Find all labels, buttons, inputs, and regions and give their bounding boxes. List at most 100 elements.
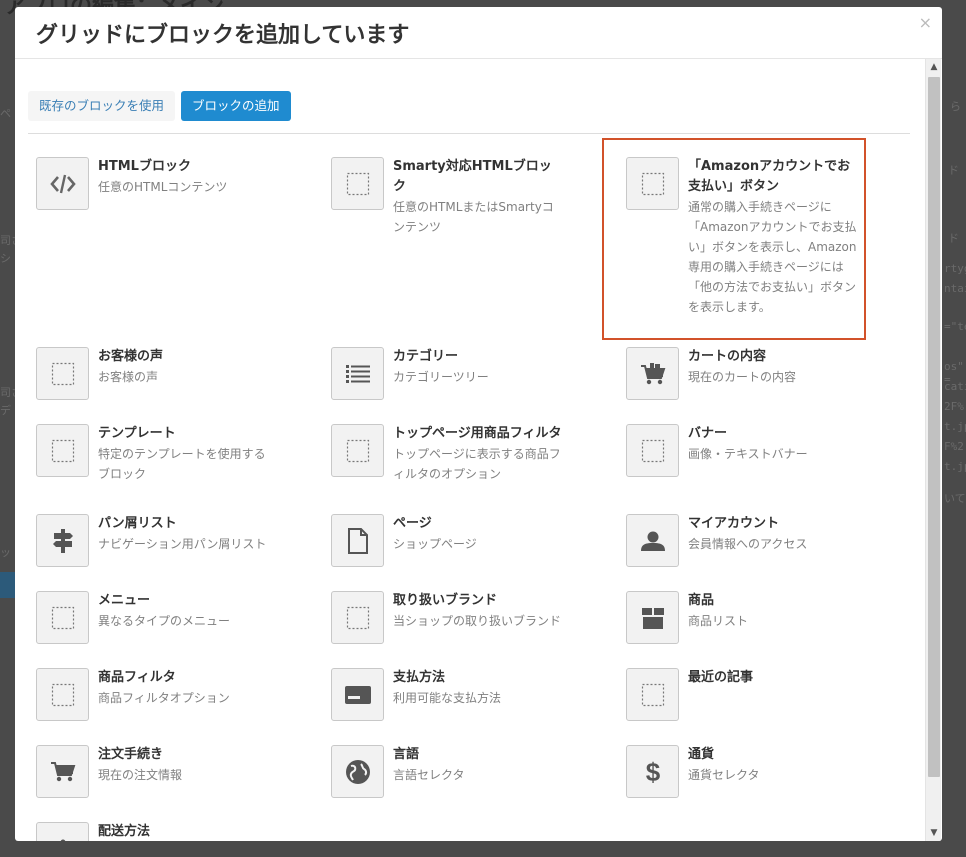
list-icon: [331, 347, 384, 400]
credit-card-icon: [331, 668, 384, 721]
background-fragment: ntain: [944, 282, 966, 295]
scrollbar[interactable]: ▲ ▼: [925, 59, 941, 841]
background-fragment: ド: [948, 232, 959, 245]
block-description: 任意のHTMLまたはSmartyコンテンツ: [393, 200, 554, 234]
background-fragment: シ: [0, 252, 11, 265]
block-name: HTMLブロック: [98, 159, 191, 174]
block-description: 商品リスト: [688, 614, 749, 628]
block-name: お客様の声: [98, 349, 164, 364]
block-description: 通常の購入手続きページに「Amazonアカウントでお支払い」ボタンを表示し、Am…: [688, 200, 857, 314]
add-block-modal: グリッドにブロックを追加しています × 既存のブロックを使用 ブロックの追加 H…: [15, 7, 942, 841]
code-icon: [36, 157, 89, 210]
background-fragment: F%2: [944, 440, 964, 453]
block-name: テンプレート: [98, 426, 176, 441]
dotted-square-icon: [36, 668, 89, 721]
scrollbar-thumb[interactable]: [928, 77, 940, 777]
block-text: 最近の記事: [688, 668, 858, 688]
box-icon: [626, 591, 679, 644]
svg-text:$: $: [645, 758, 660, 786]
block-text: 支払方法利用可能な支払方法: [393, 668, 563, 708]
background-fragment: t.jp%: [944, 460, 966, 473]
user-icon: [626, 514, 679, 567]
block-grid: HTMLブロック任意のHTMLコンテンツ Smarty対応HTMLブロック 任意のH…: [15, 134, 927, 841]
block-text: 取り扱いブランド 当ショップの取り扱いブランド: [393, 591, 563, 631]
block-description: お客様の声: [98, 370, 159, 384]
dotted-square-icon: [331, 591, 384, 644]
close-icon[interactable]: ×: [919, 13, 932, 32]
dotted-square-icon: [331, 424, 384, 477]
block-description: 利用可能な支払方法: [393, 691, 502, 705]
block-name: メニュー: [98, 593, 151, 608]
tab-use-existing-block[interactable]: 既存のブロックを使用: [28, 91, 176, 121]
dotted-square-icon: [626, 157, 679, 210]
block-text: バナー画像・テキストバナー: [688, 424, 858, 464]
block-description: 任意のHTMLコンテンツ: [98, 180, 228, 194]
block-description: 会員情報へのアクセス: [688, 537, 808, 551]
tab-add-block[interactable]: ブロックの追加: [181, 91, 291, 121]
background-fragment: デ: [0, 404, 11, 417]
scroll-up-icon[interactable]: ▲: [926, 59, 942, 75]
block-name: カテゴリー: [393, 349, 459, 364]
background-fragment: ド: [948, 164, 959, 177]
block-text: 商品フィルタ商品フィルタオプション: [98, 668, 268, 708]
block-description: 異なるタイプのメニュー: [98, 614, 231, 628]
dotted-square-icon: [36, 591, 89, 644]
block-description: カテゴリーツリー: [393, 370, 489, 384]
block-text: メニュー異なるタイプのメニュー: [98, 591, 268, 631]
block-name: 配送方法: [98, 824, 151, 839]
block-text: お客様の声 お客様の声: [98, 347, 268, 387]
block-text: 「Amazonアカウントでお支払い」ボタン 通常の購入手続きページに「Amazon…: [688, 157, 858, 317]
block-name: 注文手続き: [98, 747, 164, 762]
block-description: 通貨セレクタ: [688, 768, 760, 782]
block-text: テンプレート 特定のテンプレートを使用するブロック: [98, 424, 268, 484]
dollar-icon: $: [626, 745, 679, 798]
background-fragment: ペ: [0, 107, 11, 120]
block-name: バナー: [688, 426, 728, 441]
block-text: 言語 言語セレクタ: [393, 745, 563, 785]
block-name: ページ: [393, 516, 432, 531]
background-fragment: rtygh: [944, 262, 966, 275]
block-description: トップページに表示する商品フィルタのオプション: [393, 447, 561, 481]
dotted-square-icon: [36, 424, 89, 477]
block-text: Smarty対応HTMLブロック 任意のHTMLまたはSmartyコンテンツ: [393, 157, 563, 237]
background-fragment: ="tex: [944, 320, 966, 333]
dotted-square-icon: [331, 157, 384, 210]
dotted-square-icon: [626, 668, 679, 721]
page-icon: [331, 514, 384, 567]
block-name: 通貨: [688, 747, 715, 762]
block-description: ショップページ: [393, 537, 477, 551]
signpost-icon: [36, 514, 89, 567]
block-description: 画像・テキストバナー: [688, 447, 808, 461]
block-description: 言語セレクタ: [393, 768, 465, 782]
modal-header: グリッドにブロックを追加しています ×: [15, 7, 942, 59]
block-description: 現在のカートの内容: [688, 370, 797, 384]
background-fragment: t.jp%: [944, 420, 966, 433]
block-text: 商品 商品リスト: [688, 591, 858, 631]
background-fragment: いて: [944, 492, 966, 505]
block-list: HTMLブロック任意のHTMLコンテンツ Smarty対応HTMLブロック 任意のH…: [15, 134, 927, 841]
dotted-square-icon: [36, 347, 89, 400]
background-fragment: 2F%: [944, 400, 964, 413]
block-text: HTMLブロック任意のHTMLコンテンツ: [98, 157, 268, 197]
block-text: 通貨 通貨セレクタ: [688, 745, 858, 785]
block-name: 商品フィルタ: [98, 670, 176, 685]
block-name: 取り扱いブランド: [393, 593, 498, 608]
block-name: トップページ用商品フィルタ: [393, 426, 562, 441]
block-name: 言語: [393, 747, 420, 762]
block-text: パン屑リスト ナビゲーション用パン屑リスト: [98, 514, 268, 554]
block-text: カテゴリーカテゴリーツリー: [393, 347, 563, 387]
block-name: 支払方法: [393, 670, 446, 685]
block-text: ページショップページ: [393, 514, 563, 554]
background-fragment: ら: [950, 100, 961, 113]
block-text: カートの内容 現在のカートの内容: [688, 347, 858, 387]
modal-title: グリッドにブロックを追加しています: [36, 23, 410, 48]
block-text: 注文手続き現在の注文情報: [98, 745, 268, 785]
background-fragment: catio: [944, 380, 966, 393]
block-name: Smarty対応HTMLブロック: [393, 159, 552, 194]
block-name: パン屑リスト: [98, 516, 177, 531]
block-description: 現在の注文情報: [98, 768, 183, 782]
scroll-down-icon[interactable]: ▼: [926, 825, 942, 841]
block-description: 商品フィルタオプション: [98, 691, 230, 705]
background-active-bar: [0, 572, 16, 598]
info-icon: [36, 822, 89, 841]
